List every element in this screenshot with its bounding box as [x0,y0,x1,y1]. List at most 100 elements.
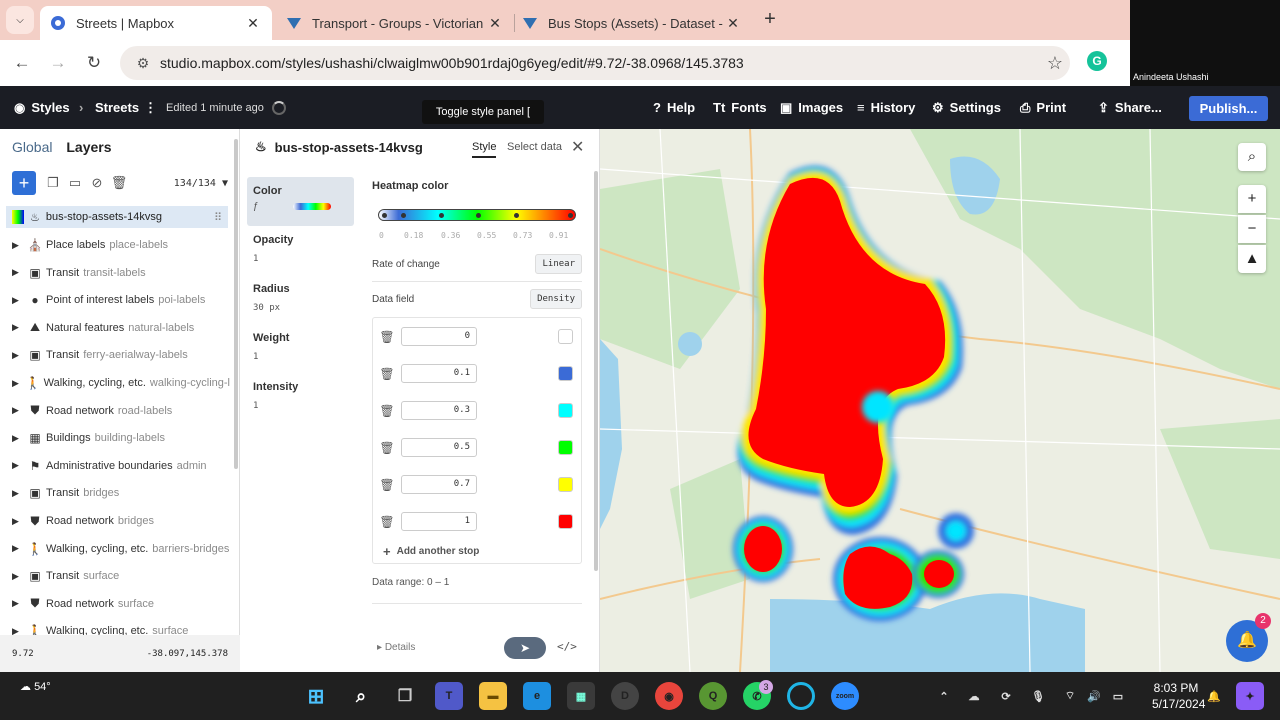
tab-select-data[interactable]: Select data [507,141,562,153]
stop-color-swatch[interactable] [558,514,573,529]
trash-icon[interactable]: 🗑 [373,404,401,418]
layer-row[interactable]: ▶ 🚶 Walking, cycling, etc. walking-cycling-… [12,372,230,394]
tab-bus-stops-dataset[interactable]: Bus Stops (Assets) - Dataset - V ✕ [512,6,752,40]
stop-value-input[interactable]: 1 [401,512,477,531]
style-menu-icon[interactable]: ⋮ [144,86,157,129]
stop-color-swatch[interactable] [558,440,573,455]
tab-layers[interactable]: Layers [66,139,111,155]
expand-caret-icon[interactable]: ▶ [12,322,26,333]
fonts-button[interactable]: Tt Fonts [713,86,767,129]
stop-color-swatch[interactable] [558,329,573,344]
style-name[interactable]: Streets [95,86,139,129]
filter-icon[interactable]: ▼ [222,178,228,189]
hide-eye-icon[interactable]: ⊘ [86,175,108,191]
expand-caret-icon[interactable]: ▶ [12,433,26,444]
gradient-stop-handle[interactable] [568,213,573,218]
expand-caret-icon[interactable]: ▶ [12,543,26,554]
selected-layer-row[interactable]: ♨ bus-stop-assets-14kvsg ⠿ [6,206,228,228]
store-icon[interactable]: ▦ [567,682,595,710]
close-tab-icon[interactable]: ✕ [724,15,742,32]
trash-icon[interactable]: 🗑 [373,441,401,455]
address-bar[interactable]: ⚙ studio.mapbox.com/styles/ushashi/clwai… [120,46,1070,80]
expand-caret-icon[interactable]: ▶ [12,378,25,389]
expand-caret-icon[interactable]: ▶ [12,267,26,278]
code-view-button[interactable]: </> [557,640,577,653]
editor-scrollbar[interactable] [594,171,598,571]
close-icon[interactable]: ✕ [571,137,584,157]
heatmap-gradient-bar[interactable] [378,209,576,221]
add-layer-button[interactable]: + [12,171,36,195]
layer-row[interactable]: ▶ ⛊ Road network surface [12,593,230,615]
expand-caret-icon[interactable]: ▶ [12,350,26,361]
stop-value-input[interactable]: 0 [401,327,477,346]
layer-row[interactable]: ▶ ⛪ Place labels place-labels [12,234,230,256]
task-view-icon[interactable]: ❐ [391,682,419,710]
gradient-stop-handle[interactable] [514,213,519,218]
rate-select[interactable]: Linear [535,254,582,274]
file-explorer-icon[interactable]: ▬ [479,682,507,710]
stop-value-input[interactable]: 0.7 [401,475,477,494]
trash-icon[interactable]: 🗑 [373,367,401,381]
share-button[interactable]: ⇪ Share... [1098,86,1162,129]
settings-button[interactable]: ⚙ Settings [932,86,1001,129]
tab-style[interactable]: Style [472,141,497,158]
add-stop-button[interactable]: + Add another stop [373,539,581,563]
stop-value-input[interactable]: 0.5 [401,438,477,457]
trash-icon[interactable]: 🗑 [108,175,130,191]
trash-icon[interactable]: 🗑 [373,478,401,492]
styles-link[interactable]: ◉ Styles [14,86,70,129]
tab-streets-mapbox[interactable]: Streets | Mapbox ✕ [40,6,272,40]
compass-icon[interactable]: ▲ [1238,245,1266,273]
map-canvas[interactable]: ⌕ + − ▲ [600,129,1280,672]
stop-color-swatch[interactable] [558,366,573,381]
stop-color-swatch[interactable] [558,477,573,492]
gradient-stop-handle[interactable] [439,213,444,218]
expand-caret-icon[interactable]: ▶ [12,598,26,609]
zoom-icon[interactable]: zoom [831,682,859,710]
cortana-icon[interactable] [787,682,815,710]
site-info-icon[interactable]: ⚙ [130,55,156,72]
data-field-select[interactable]: Density [530,289,582,309]
stop-color-swatch[interactable] [558,403,573,418]
expand-caret-icon[interactable]: ▶ [12,295,26,306]
zoom-in-button[interactable]: + [1238,185,1266,213]
trash-icon[interactable]: 🗑 [373,330,401,344]
tab-global[interactable]: Global [12,139,52,155]
drag-handle-icon[interactable]: ⠿ [214,211,222,224]
select-mode-button[interactable]: ➤ [504,637,546,659]
gradient-stop-handle[interactable] [382,213,387,218]
layer-row[interactable]: ▶ ⛊ Road network bridges [12,510,230,532]
publish-button[interactable]: Publish... [1189,96,1268,121]
tab-transport-groups[interactable]: Transport - Groups - Victorian ✕ [276,6,514,40]
layer-row[interactable]: ▶ ▦ Buildings building-labels [12,427,230,449]
property-color[interactable]: Color ƒ [247,177,354,226]
bookmark-star-icon[interactable]: ☆ [1040,53,1070,74]
trash-icon[interactable]: 🗑 [373,515,401,529]
stop-value-input[interactable]: 0.3 [401,401,477,420]
qgis-icon[interactable]: Q [699,682,727,710]
expand-caret-icon[interactable]: ▶ [12,488,26,499]
expand-caret-icon[interactable]: ▶ [12,460,26,471]
new-tab-button[interactable]: + [758,8,782,32]
print-button[interactable]: ⎙ Print [1020,86,1066,129]
stop-value-input[interactable]: 0.1 [401,364,477,383]
images-button[interactable]: ▣ Images [780,86,843,129]
property-opacity[interactable]: Opacity 1 [247,226,354,275]
close-tab-icon[interactable]: ✕ [244,15,262,32]
expand-caret-icon[interactable]: ▶ [12,405,26,416]
grammarly-extension-icon[interactable]: G [1087,51,1107,71]
search-icon[interactable]: ⌕ [347,682,375,710]
layer-row[interactable]: ▶ ● Point of interest labels poi-labels [12,289,230,311]
expand-caret-icon[interactable]: ▶ [12,240,26,251]
layer-row[interactable]: ▶ ⛰ Natural features natural-labels [12,317,230,339]
edge-icon[interactable]: e [523,682,551,710]
history-button[interactable]: ≡ History [857,86,915,129]
sync-icon[interactable]: ⟳ [992,682,1020,710]
clock[interactable]: 8:03 PM 5/17/2024 [1152,680,1205,712]
chrome-icon[interactable]: ◉ [655,682,683,710]
layer-row[interactable]: ▶ ▣ Transit bridges [12,482,230,504]
property-intensity[interactable]: Intensity 1 [247,373,354,422]
copilot-icon[interactable]: ✦ [1236,682,1264,710]
zoom-out-button[interactable]: − [1238,215,1266,243]
chevron-up-icon[interactable]: ⌃ [930,682,958,710]
